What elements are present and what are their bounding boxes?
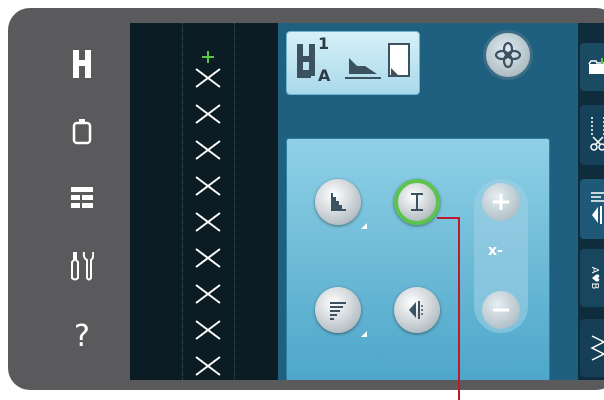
stitch-pattern-icon <box>195 51 221 376</box>
tab-file[interactable] <box>580 43 604 91</box>
folder-icon <box>588 58 604 74</box>
mirror-icon <box>409 301 423 319</box>
tab-cut[interactable] <box>580 105 604 165</box>
stitch-controls: + x- − <box>286 138 550 380</box>
touch-screen: 1 A + x- − A♥B <box>130 23 604 380</box>
stitch-edit-icon <box>591 192 604 224</box>
decrease-button[interactable]: − <box>482 291 520 329</box>
stitch-length-icon <box>411 193 423 211</box>
help-label: ? <box>74 318 90 354</box>
hoop-icon[interactable] <box>66 114 98 150</box>
tools-icon[interactable] <box>66 248 98 284</box>
stitch-width-button[interactable] <box>315 179 367 229</box>
foot-letter: A <box>318 66 331 85</box>
value-label: x- <box>488 243 503 259</box>
fan-icon <box>495 42 521 68</box>
scissors-icon <box>590 117 604 151</box>
left-toolbar: ? <box>8 8 128 390</box>
help-icon[interactable]: ? <box>66 318 98 354</box>
svg-text:A♥B: A♥B <box>589 267 600 290</box>
stitch-settings-panel: 1 A + x- − A♥B <box>278 23 604 380</box>
tab-pattern[interactable] <box>580 319 604 377</box>
stitch-info-box: 1 A <box>286 31 420 95</box>
increase-button[interactable]: + <box>482 183 520 221</box>
callout-pointer <box>437 217 460 219</box>
stitch-density-icon <box>330 302 346 320</box>
stitch-width-icon <box>331 193 346 211</box>
sequence-icon: A♥B <box>589 267 600 290</box>
stitch-density-button[interactable] <box>315 287 367 337</box>
stitch-preview <box>130 23 278 380</box>
plus-label: + <box>490 187 512 217</box>
tab-stitch-edit[interactable] <box>580 179 604 239</box>
side-tabs: A♥B <box>578 23 604 380</box>
pattern-icon <box>590 335 604 361</box>
menu-grid-icon[interactable] <box>66 180 98 216</box>
tab-sequence[interactable]: A♥B <box>580 249 604 307</box>
presser-foot-icon[interactable] <box>66 46 98 82</box>
mirror-button[interactable] <box>394 287 440 333</box>
speed-fan-button[interactable] <box>483 30 533 80</box>
stitch-length-button[interactable] <box>394 179 440 225</box>
machine-frame: ? 1 A + x- − A♥B <box>8 8 604 390</box>
foot-number: 1 <box>318 34 330 53</box>
minus-label: − <box>490 295 512 325</box>
callout-line <box>458 217 460 400</box>
